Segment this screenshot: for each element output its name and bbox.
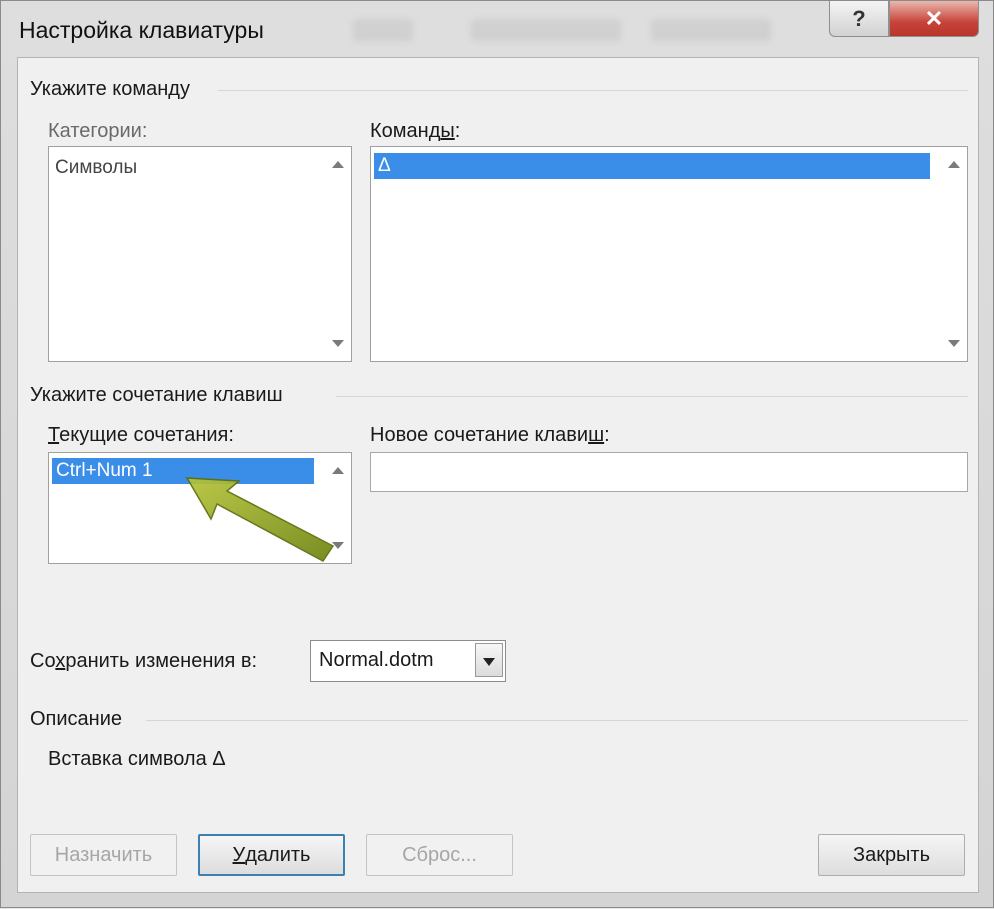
scroll-up-icon[interactable] (948, 161, 960, 168)
reset-button[interactable]: Сброс... (366, 834, 513, 876)
dropdown-button[interactable] (475, 643, 503, 677)
categories-scrollbar[interactable] (325, 147, 351, 361)
background-blur (651, 19, 771, 41)
scroll-down-icon[interactable] (332, 542, 344, 549)
dialog-client-area: Укажите команду Категории: Символы Коман… (17, 57, 979, 893)
categories-label: Категории: (48, 120, 148, 142)
assign-button[interactable]: Назначить (30, 834, 177, 876)
dropdown-arrow-icon (483, 658, 495, 666)
shortcut-section-heading: Укажите сочетание клавиш (30, 384, 283, 406)
close-button[interactable]: Закрыть (818, 834, 965, 876)
commands-label: Команды: (370, 120, 461, 142)
categories-list[interactable]: Символы (48, 146, 352, 362)
command-section-heading: Укажите команду (30, 78, 190, 100)
new-key-input[interactable] (370, 452, 968, 492)
remove-button[interactable]: Удалить (198, 834, 345, 876)
section-divider (146, 720, 968, 721)
new-key-label: Новое сочетание клавиш: (370, 424, 610, 446)
list-item[interactable]: Символы (55, 157, 137, 179)
help-button[interactable]: ? (829, 1, 889, 37)
description-heading: Описание (30, 708, 123, 730)
list-item-selected[interactable]: Ctrl+Num 1 (52, 458, 314, 484)
dialog-title: Настройка клавиатуры (19, 17, 264, 43)
save-changes-label: Сохранить изменения в: (30, 650, 258, 672)
current-keys-label: Текущие сочетания: (48, 424, 234, 446)
background-blur (471, 19, 621, 41)
list-item-selected[interactable]: Δ (374, 153, 930, 179)
save-in-value: Normal.dotm (319, 649, 434, 671)
save-in-dropdown[interactable]: Normal.dotm (310, 640, 506, 682)
close-window-button[interactable]: ✕ (889, 1, 979, 37)
current-keys-scrollbar[interactable] (325, 453, 351, 563)
scroll-up-icon[interactable] (332, 161, 344, 168)
title-bar[interactable]: Настройка клавиатуры ? ✕ (1, 1, 993, 53)
description-text: Вставка символа Δ (48, 748, 226, 770)
section-divider (218, 90, 968, 91)
keyboard-customize-dialog: Настройка клавиатуры ? ✕ Укажите команду… (0, 0, 994, 908)
section-divider (336, 396, 968, 397)
scroll-down-icon[interactable] (332, 340, 344, 347)
current-keys-list[interactable]: Ctrl+Num 1 (48, 452, 352, 564)
background-blur (353, 19, 413, 41)
commands-list[interactable]: Δ (370, 146, 968, 362)
scroll-down-icon[interactable] (948, 340, 960, 347)
scroll-up-icon[interactable] (332, 467, 344, 474)
close-icon: ✕ (924, 5, 944, 31)
commands-scrollbar[interactable] (941, 147, 967, 361)
help-icon: ? (852, 5, 866, 31)
